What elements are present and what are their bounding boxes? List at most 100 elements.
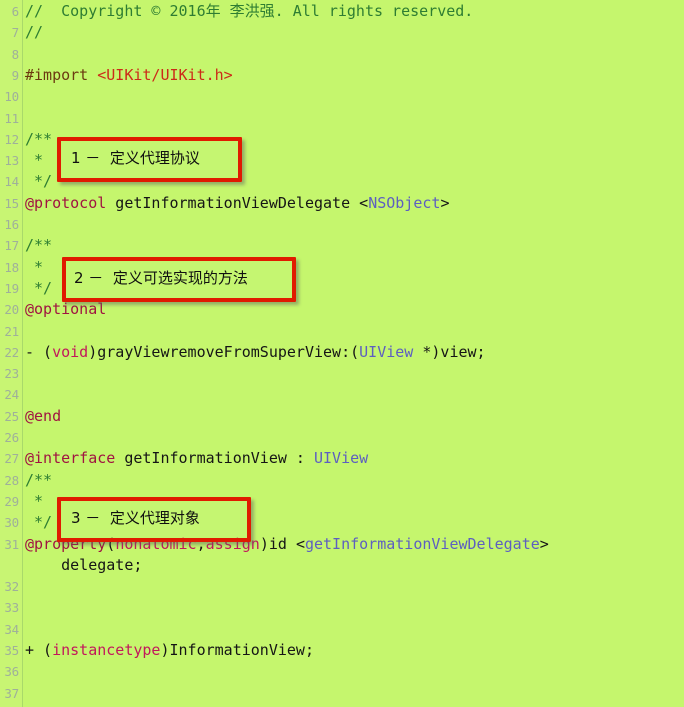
code-line[interactable]: 27 @interface getInformationView : UIView (0, 448, 684, 469)
code-line[interactable]: 7 // (0, 22, 684, 43)
code-token: NSObject (368, 193, 441, 212)
code-line[interactable]: 22 - (void)grayViewremoveFromSuperView:(U… (0, 342, 684, 363)
code-text[interactable]: - (void)grayViewremoveFromSuperView:(UIV… (25, 342, 486, 363)
line-number: 35 (4, 643, 19, 658)
code-token: *)view; (413, 342, 486, 361)
line-number: 33 (4, 600, 19, 616)
code-token: /** (25, 129, 53, 148)
line-number: 8 (11, 46, 20, 62)
code-text[interactable]: delegate; (25, 555, 142, 576)
code-token: // Copyright © 2016年 李洪强. All rights res… (25, 2, 474, 20)
annotation-label-2: 2 － 定义可选实现的方法 (74, 269, 248, 287)
code-line[interactable]: 25 @end (0, 406, 684, 427)
code-token: * (25, 151, 44, 170)
code-token: */ (25, 278, 53, 297)
code-text[interactable]: #import <UIKit/UIKit.h> (25, 65, 233, 86)
line-number: 11 (4, 110, 19, 126)
line-number: 6 (11, 4, 20, 19)
line-number: 9 (11, 67, 20, 83)
code-line[interactable]: 15 @protocol getInformationViewDelegate <… (0, 193, 684, 214)
code-line[interactable]: 10 (0, 86, 684, 107)
annotation-label-1: 1 － 定义代理协议 (71, 149, 200, 167)
code-line[interactable]: 28 /** (0, 470, 684, 491)
code-text[interactable]: /** (25, 129, 52, 150)
code-token: < (359, 193, 369, 212)
code-line[interactable]: 33 (0, 597, 684, 618)
code-line[interactable]: 6 // Copyright © 2016年 李洪强. All rights re… (0, 1, 684, 22)
line-number: 32 (4, 579, 19, 595)
code-text[interactable]: @end (25, 406, 61, 427)
code-content-area[interactable]: 6 // Copyright © 2016年 李洪强. All rights re… (0, 0, 684, 707)
line-number: 19 (4, 280, 19, 296)
code-token: */ (25, 172, 53, 191)
code-token: )InformationView; (160, 641, 314, 659)
line-number: 24 (4, 387, 19, 403)
line-number: 20 (4, 302, 19, 318)
code-text[interactable]: // Copyright © 2016年 李洪强. All rights res… (25, 1, 473, 22)
annotation-label-3: 3 － 定义代理对象 (71, 509, 200, 527)
line-number: 14 (4, 174, 19, 190)
code-text[interactable]: @protocol getInformationViewDelegate <NS… (25, 193, 449, 214)
code-text[interactable]: @optional (25, 299, 106, 320)
line-number: 34 (4, 621, 19, 637)
code-line[interactable]: 9 #import <UIKit/UIKit.h> (0, 65, 684, 86)
code-token: delegate; (25, 555, 143, 574)
code-line[interactable]: 11 (0, 108, 684, 129)
code-token: )id (259, 534, 296, 553)
code-token: > (539, 534, 549, 553)
code-text[interactable]: /** (25, 235, 52, 256)
code-token: UIView (359, 342, 414, 361)
code-line[interactable]: 26 (0, 427, 684, 448)
code-line[interactable]: 34 (0, 619, 684, 640)
code-line[interactable]: 16 (0, 214, 684, 235)
code-line[interactable]: 24 (0, 384, 684, 405)
line-number: 26 (4, 430, 19, 445)
code-text[interactable]: * (25, 150, 43, 171)
code-line[interactable]: 35 + (instancetype)InformationView; (0, 640, 684, 661)
code-text[interactable]: */ (25, 278, 52, 299)
code-token: void (52, 342, 89, 361)
code-token: @protocol (25, 193, 107, 212)
code-token: getInformationViewDelegate (106, 193, 360, 212)
code-line[interactable]: 37 (0, 683, 684, 704)
line-number: 13 (4, 153, 19, 169)
code-text[interactable]: */ (25, 512, 52, 533)
code-text[interactable]: */ (25, 171, 52, 192)
line-number: 31 (4, 536, 19, 552)
code-text[interactable]: + (instancetype)InformationView; (25, 640, 314, 661)
code-token: /** (25, 236, 53, 255)
code-token: UIView (314, 449, 369, 468)
line-number: 36 (4, 664, 19, 680)
code-token: < (295, 534, 305, 553)
code-token: - ( (25, 342, 53, 361)
line-number: 15 (4, 195, 19, 211)
line-number: 18 (4, 259, 19, 275)
code-token: // (25, 23, 44, 42)
editor-surface[interactable]: 6 // Copyright © 2016年 李洪强. All rights re… (0, 0, 684, 707)
code-line[interactable]: 23 (0, 363, 684, 384)
code-text[interactable]: /** (25, 470, 52, 491)
code-token: @end (25, 406, 62, 425)
code-line[interactable]: 21 (0, 321, 684, 342)
code-token: )grayViewremoveFromSuperView:( (88, 342, 360, 361)
code-token: * (25, 491, 44, 510)
code-token: + ( (25, 641, 53, 659)
line-number: 28 (4, 472, 19, 488)
code-line[interactable]: delegate; (0, 555, 684, 576)
code-token: @interface (25, 449, 116, 468)
code-text[interactable]: * (25, 257, 43, 278)
code-line[interactable]: 8 (0, 44, 684, 65)
code-line[interactable]: 32 (0, 576, 684, 597)
code-text[interactable]: * (25, 491, 43, 512)
code-line[interactable]: 36 (0, 661, 684, 682)
line-number: 30 (4, 515, 19, 531)
code-text[interactable]: // (25, 22, 43, 43)
code-line[interactable]: 17 /** (0, 235, 684, 256)
code-token: */ (25, 513, 53, 532)
line-number: 17 (4, 238, 19, 254)
code-token: getInformationViewDelegate (304, 534, 540, 553)
code-text[interactable]: @interface getInformationView : UIView (25, 448, 368, 469)
code-token: getInformationView : (115, 449, 314, 468)
code-line[interactable]: 20 @optional (0, 299, 684, 320)
line-number: 16 (4, 217, 19, 232)
